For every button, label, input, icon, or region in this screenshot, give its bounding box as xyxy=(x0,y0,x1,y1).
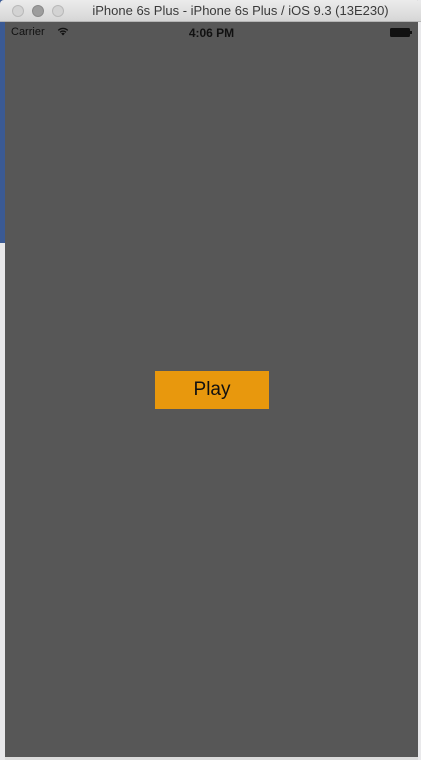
play-button[interactable]: Play xyxy=(155,371,269,409)
window-titlebar[interactable]: iPhone 6s Plus - iPhone 6s Plus / iOS 9.… xyxy=(0,0,421,22)
close-window-button[interactable] xyxy=(12,5,24,17)
window-title: iPhone 6s Plus - iPhone 6s Plus / iOS 9.… xyxy=(92,3,389,18)
status-bar: Carrier 4:06 PM xyxy=(5,22,418,42)
device-screen: Carrier 4:06 PM Play xyxy=(5,22,418,757)
simulator-window: iPhone 6s Plus - iPhone 6s Plus / iOS 9.… xyxy=(0,0,421,760)
zoom-window-button[interactable] xyxy=(52,5,64,17)
battery-icon xyxy=(390,28,412,37)
status-time: 4:06 PM xyxy=(188,26,235,40)
minimize-window-button[interactable] xyxy=(32,5,44,17)
